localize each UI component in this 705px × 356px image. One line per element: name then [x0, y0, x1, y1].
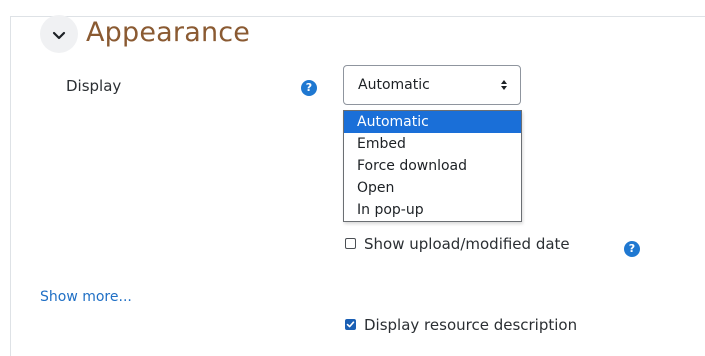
display-description-label[interactable]: Display resource description	[364, 316, 577, 334]
show-more-link[interactable]: Show more...	[40, 289, 132, 305]
display-select-value: Automatic	[358, 77, 430, 93]
question-circle-icon[interactable]: ?	[301, 80, 317, 96]
display-select[interactable]: Automatic	[343, 65, 521, 105]
option-in-popup[interactable]: In pop-up	[344, 199, 521, 221]
option-embed[interactable]: Embed	[344, 133, 521, 155]
option-open[interactable]: Open	[344, 177, 521, 199]
option-force-download[interactable]: Force download	[344, 155, 521, 177]
chevron-down-icon	[52, 25, 66, 44]
option-automatic[interactable]: Automatic	[344, 111, 521, 133]
display-description-checkbox[interactable]	[345, 319, 356, 330]
show-date-checkbox[interactable]	[345, 238, 356, 249]
show-date-label[interactable]: Show upload/modified date	[364, 235, 570, 253]
collapse-section-button[interactable]	[40, 15, 78, 53]
display-options-list: Automatic Embed Force download Open In p…	[343, 110, 522, 222]
question-circle-icon[interactable]: ?	[624, 241, 640, 257]
section-title: Appearance	[86, 17, 251, 48]
display-label: Display	[66, 77, 122, 95]
checkmark-icon	[346, 321, 355, 328]
sort-arrows-icon	[500, 77, 508, 93]
